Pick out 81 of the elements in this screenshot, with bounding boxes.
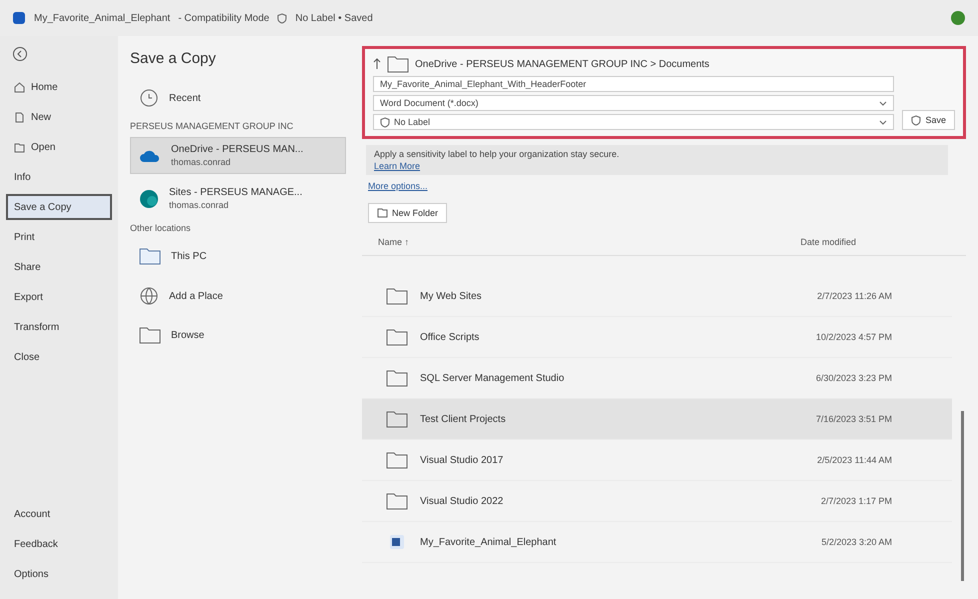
avatar-icon[interactable] [950, 10, 966, 26]
sidebar-item[interactable]: Home [6, 74, 112, 100]
shield-icon [380, 116, 390, 128]
sidebar-item[interactable]: Export [6, 284, 112, 310]
clock-icon [139, 88, 159, 108]
sidebar-item[interactable]: Account [6, 501, 112, 527]
file-row[interactable]: Test Client Projects 7/16/2023 3:51 PM [362, 399, 952, 440]
sidebar-item[interactable]: Feedback [6, 531, 112, 557]
column-header[interactable]: Date modified [800, 237, 856, 247]
up-arrow-icon[interactable] [373, 58, 381, 70]
location-item[interactable]: Sites - PERSEUS MANAGE... thomas.conrad [130, 180, 346, 217]
section-heading: PERSEUS MANAGEMENT GROUP INC [130, 121, 294, 131]
folder-icon [386, 451, 408, 469]
recent-item[interactable]: Recent [130, 81, 346, 115]
date-modified: 2/7/2023 1:17 PM [820, 496, 892, 506]
date-modified: 7/16/2023 3:51 PM [816, 414, 892, 424]
folder-icon [386, 369, 408, 387]
shield-icon [277, 12, 288, 24]
file-name: Test Client Projects [420, 414, 507, 424]
page-heading: Save a Copy [130, 50, 217, 67]
caret-icon [879, 120, 888, 124]
document-title: My_Favorite_Animal_Elephant [34, 12, 170, 24]
file-name: Office Scripts [420, 332, 480, 342]
sidebar-item[interactable]: Options [6, 561, 112, 587]
save-button[interactable]: Save [902, 110, 955, 130]
file-name: SQL Server Management Studio [420, 372, 566, 384]
home-icon [14, 82, 25, 92]
sidebar-item[interactable]: New [6, 104, 112, 130]
location-name: Sites - PERSEUS MANAGE... [169, 187, 302, 198]
folder-path: OneDrive - PERSEUS MANAGEMENT GROUP INC > Documents [415, 58, 710, 70]
sidebar-item[interactable]: Save a Copy [6, 194, 112, 220]
back-icon[interactable] [12, 46, 28, 62]
sidebar-item[interactable]: Transform [6, 314, 112, 340]
location-item[interactable]: This PC [130, 239, 346, 273]
sites-icon [139, 188, 159, 208]
sidebar-item[interactable]: Share [6, 254, 112, 280]
location-item[interactable]: Browse [130, 319, 346, 351]
folder-icon [377, 208, 388, 218]
date-modified: 2/7/2023 11:26 AM [817, 291, 892, 301]
file-name-field[interactable]: My_Favorite_Animal_Elephant_With_HeaderFooter [373, 76, 894, 92]
file-type-dropdown[interactable]: Word Document (*.docx) [373, 95, 894, 111]
folder-icon [386, 328, 408, 346]
folder-icon [14, 142, 25, 152]
sidebar-item[interactable]: Info [6, 164, 112, 190]
account-name: thomas.conrad [171, 157, 232, 167]
date-modified: 10/2/2023 4:57 PM [816, 332, 892, 342]
more-options-link[interactable]: More options... [368, 181, 966, 191]
notice-text: Apply a sensitivity label to help your organization stay secure. [374, 149, 620, 159]
globe-icon [139, 286, 159, 306]
location-item[interactable]: Add a Place [130, 279, 346, 313]
file-name: My_Favorite_Animal_Elephant [420, 536, 558, 548]
account-name: thomas.conrad [169, 200, 230, 210]
sidebar-item[interactable]: Close [6, 344, 112, 370]
date-modified: 5/2/2023 3:20 AM [821, 537, 892, 547]
mode-label: - Compatibility Mode [178, 12, 270, 24]
caret-icon [879, 100, 888, 106]
new-folder-button[interactable]: New Folder [368, 203, 448, 223]
file-name: Visual Studio 2022 [420, 496, 504, 506]
date-modified: 2/5/2023 11:44 AM [817, 455, 892, 465]
date-modified: 6/30/2023 3:23 PM [816, 373, 892, 383]
column-header[interactable]: Name ↑ [378, 237, 410, 247]
learn-more-link[interactable]: Learn More [374, 161, 940, 171]
section-heading: Other locations [130, 223, 192, 233]
sensitivity-dropdown[interactable]: No Label [373, 114, 894, 130]
location-name: OneDrive - PERSEUS MAN... [171, 144, 304, 155]
folder-icon [139, 246, 161, 266]
page-icon [14, 112, 25, 122]
sidebar-item[interactable]: Print [6, 224, 112, 250]
folder-icon [387, 55, 409, 73]
file-name: My Web Sites [420, 290, 482, 302]
word-logo-icon [12, 11, 26, 25]
file-name: Visual Studio 2017 [420, 454, 504, 466]
sidebar-item[interactable]: Open [6, 134, 112, 160]
folder-icon [139, 326, 161, 344]
location-item[interactable]: OneDrive - PERSEUS MAN... thomas.conrad [130, 137, 346, 174]
cloud-icon [139, 148, 161, 162]
folder-icon [386, 287, 408, 305]
folder-icon [386, 410, 408, 428]
folder-icon [386, 492, 408, 510]
label-status: No Label • Saved [295, 12, 373, 24]
shield-icon [911, 114, 922, 126]
